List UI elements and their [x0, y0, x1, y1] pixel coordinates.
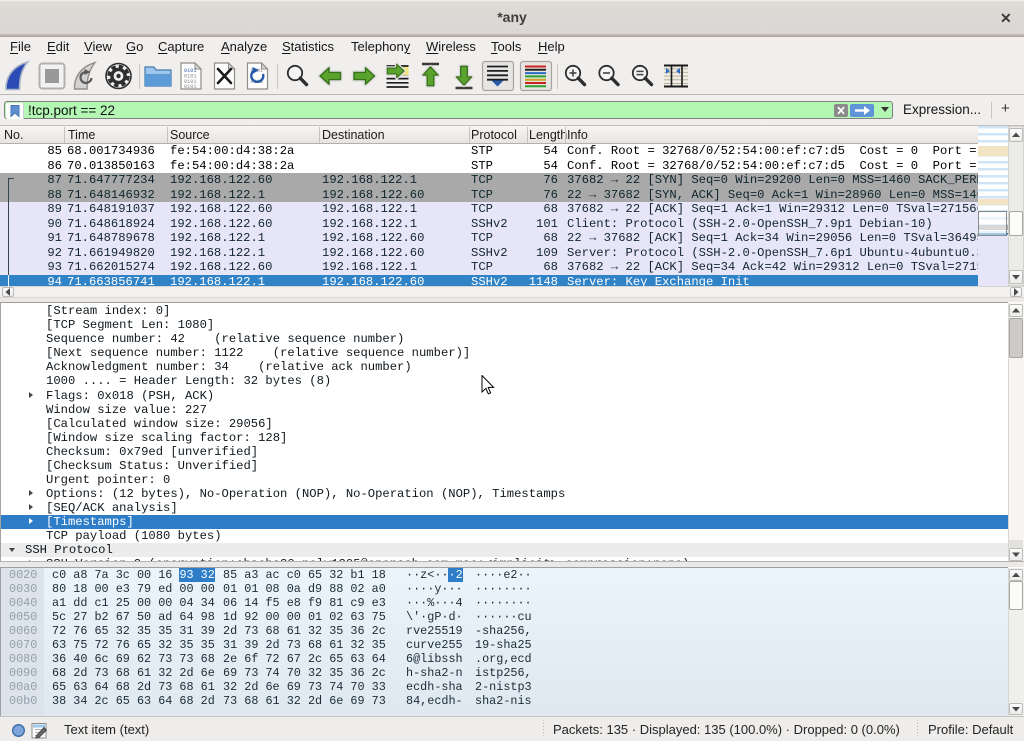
svg-text:0101: 0101: [184, 84, 196, 90]
